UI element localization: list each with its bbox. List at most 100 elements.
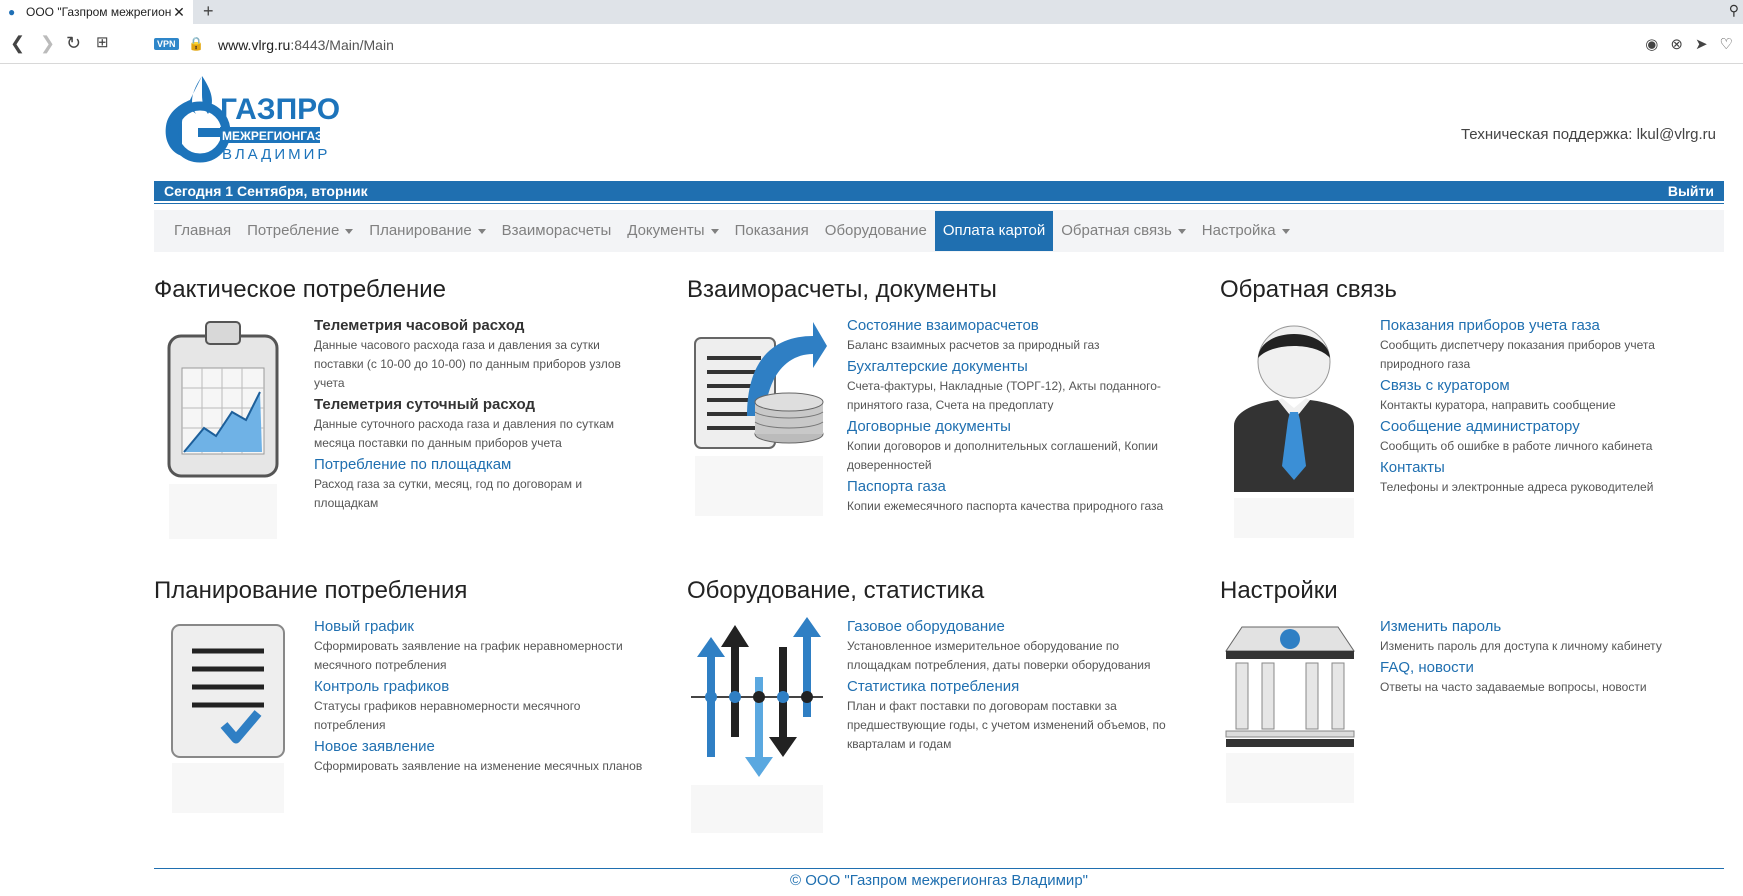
item-desc: Статусы графиков неравномерности месячно… — [314, 699, 581, 732]
tabs-grid-icon[interactable]: ⊞ — [96, 33, 109, 53]
item-desc: Сформировать заявление на график неравно… — [314, 639, 623, 672]
back-arrow-icon[interactable]: ❮ — [10, 33, 25, 53]
link-contacts[interactable]: Контакты — [1380, 458, 1710, 478]
vpn-badge[interactable]: VPN — [154, 38, 179, 50]
link-faq-news[interactable]: FAQ, новости — [1380, 658, 1710, 678]
item-desc: Баланс взаимных расчетов за природный га… — [847, 338, 1100, 352]
forward-arrow-icon[interactable]: ❯ — [40, 33, 55, 53]
checklist-icon — [171, 624, 285, 813]
link-meter-readings[interactable]: Показания приборов учета газа — [1380, 316, 1710, 336]
nav-feedback[interactable]: Обратная связь — [1053, 211, 1194, 251]
section-title: Настройки — [1220, 577, 1338, 604]
divider — [154, 203, 1724, 204]
nav-planning[interactable]: Планирование — [361, 211, 493, 251]
link-new-application[interactable]: Новое заявление — [314, 737, 644, 757]
clipboard-chart-icon — [167, 321, 279, 539]
link-gas-passports[interactable]: Паспорта газа — [847, 477, 1177, 497]
section-title: Оборудование, статистика — [687, 577, 985, 604]
new-tab-plus-icon[interactable]: + — [203, 1, 214, 22]
document-coins-icon — [694, 322, 827, 516]
url-field[interactable]: www.vlrg.ru:8443/Main/Main — [218, 37, 394, 53]
link-hourly-telemetry[interactable]: Телеметрия часовой расход — [314, 316, 644, 336]
item-desc: Расход газа за сутки, месяц, год по дого… — [314, 477, 583, 510]
link-accounting-docs[interactable]: Бухгалтерские документы — [847, 357, 1177, 377]
tab-search-icon[interactable]: ⚲ — [1729, 2, 1739, 19]
url-path: :8443/Main/Main — [290, 37, 394, 53]
building-columns-icon — [1225, 626, 1355, 803]
item-desc: Копии ежемесячного паспорта качества при… — [847, 499, 1164, 513]
toolbar-right-icons: ◉ ⊗ ➤ ♡ — [1645, 35, 1733, 53]
section-title: Взаиморасчеты, документы — [687, 276, 997, 303]
item-desc: План и факт поставки по договорам постав… — [847, 699, 1166, 751]
tab-title: ООО "Газпром межрегион — [26, 5, 171, 19]
link-new-schedule[interactable]: Новый график — [314, 617, 644, 637]
nav-equipment[interactable]: Оборудование — [817, 211, 935, 251]
link-change-password[interactable]: Изменить пароль — [1380, 617, 1710, 637]
block-icon[interactable]: ⊗ — [1670, 35, 1683, 53]
link-contract-docs[interactable]: Договорные документы — [847, 417, 1177, 437]
section-settings: Настройки Изменить пароль Изменить парол… — [1220, 577, 1740, 803]
section-title: Обратная связь — [1220, 276, 1397, 303]
logo-main-text: ГАЗПРОМ — [220, 93, 340, 126]
item-desc: Телефоны и электронные адреса руководите… — [1380, 480, 1654, 494]
item-list: Состояние взаиморасчетов Баланс взаимных… — [847, 316, 1177, 518]
item-list: Газовое оборудование Установленное измер… — [847, 617, 1177, 756]
item-desc: Сформировать заявление на изменение меся… — [314, 759, 643, 773]
link-consumption-stats[interactable]: Статистика потребления — [847, 677, 1177, 697]
nav-settlements[interactable]: Взаиморасчеты — [494, 211, 620, 251]
item-desc: Данные суточного расхода газа и давления… — [314, 417, 615, 450]
browser-tab-bar: ● ООО "Газпром межрегион ✕ + ⚲ — [0, 0, 1743, 24]
link-settlement-status[interactable]: Состояние взаиморасчетов — [847, 316, 1177, 336]
main-nav: Главная Потребление Планирование Взаимор… — [154, 210, 1724, 252]
caret-down-icon — [1281, 228, 1290, 234]
camera-icon[interactable]: ◉ — [1645, 35, 1658, 53]
item-desc: Контакты куратора, направить сообщение — [1380, 398, 1616, 412]
link-daily-telemetry[interactable]: Телеметрия суточный расход — [314, 395, 644, 415]
link-consumption-by-site[interactable]: Потребление по площадкам — [314, 455, 644, 475]
current-date: Сегодня 1 Сентября, вторник — [164, 183, 368, 199]
item-desc: Установленное измерительное оборудование… — [847, 639, 1151, 672]
nav-settings[interactable]: Настройка — [1194, 211, 1298, 251]
item-list: Новый график Сформировать заявление на г… — [314, 617, 644, 778]
caret-down-icon — [710, 228, 719, 234]
section-feedback: Обратная связь Показания приборов учета … — [1220, 276, 1740, 538]
logout-link[interactable]: Выйти — [1668, 183, 1714, 199]
section-equipment: Оборудование, статистика Газовое оборудо… — [687, 577, 1207, 833]
nav-home[interactable]: Главная — [166, 211, 239, 251]
nav-consumption[interactable]: Потребление — [239, 211, 361, 251]
section-title: Фактическое потребление — [154, 276, 447, 303]
nav-readings[interactable]: Показания — [727, 211, 817, 251]
gazprom-logo[interactable]: ГАЗПРОМ МЕЖРЕГИОНГАЗ ВЛАДИМИР — [160, 74, 340, 174]
address-bar: ❮ ❯ ↻ ⊞ VPN 🔒 www.vlrg.ru:8443/Main/Main… — [0, 24, 1743, 64]
link-curator-contact[interactable]: Связь с куратором — [1380, 376, 1710, 396]
section-planning: Планирование потребления Новый график Сф… — [154, 577, 674, 813]
support-contact: Техническая поддержка: lkul@vlrg.ru — [1460, 126, 1716, 143]
heart-icon[interactable]: ♡ — [1720, 35, 1733, 53]
nav-documents[interactable]: Документы — [619, 211, 726, 251]
reload-icon[interactable]: ↻ — [66, 33, 81, 53]
link-schedule-control[interactable]: Контроль графиков — [314, 677, 644, 697]
person-tie-icon — [1234, 325, 1354, 538]
close-icon[interactable]: ✕ — [171, 4, 187, 21]
section-settlements: Взаиморасчеты, документы Состояние взаим… — [687, 276, 1207, 516]
caret-down-icon — [477, 228, 486, 234]
item-desc: Копии договоров и дополнительных соглаше… — [847, 439, 1158, 472]
footer-divider — [154, 868, 1724, 869]
nav-card-payment[interactable]: Оплата картой — [934, 211, 1054, 251]
item-desc: Сообщить диспетчеру показания приборов у… — [1380, 338, 1655, 371]
logo-city-text: ВЛАДИМИР — [222, 146, 330, 163]
item-desc: Счета-фактуры, Накладные (ТОРГ-12), Акты… — [847, 379, 1161, 412]
item-list: Изменить пароль Изменить пароль для дост… — [1380, 617, 1710, 699]
item-desc: Сообщить об ошибке в работе личного каби… — [1380, 439, 1653, 453]
site-favicon-icon: ● — [8, 5, 16, 19]
caret-down-icon — [1177, 228, 1186, 234]
link-admin-message[interactable]: Сообщение администратору — [1380, 417, 1710, 437]
item-desc: Ответы на часто задаваемые вопросы, ново… — [1380, 680, 1647, 694]
footer-copyright: © ООО "Газпром межрегионгаз Владимир" — [790, 872, 1088, 889]
send-icon[interactable]: ➤ — [1695, 35, 1708, 53]
lock-icon[interactable]: 🔒 — [188, 36, 204, 52]
item-desc: Изменить пароль для доступа к личному ка… — [1380, 639, 1662, 653]
link-gas-equipment[interactable]: Газовое оборудование — [847, 617, 1177, 637]
item-desc: Данные часового расхода газа и давления … — [314, 338, 621, 390]
browser-tab[interactable]: ● ООО "Газпром межрегион ✕ — [0, 0, 193, 24]
